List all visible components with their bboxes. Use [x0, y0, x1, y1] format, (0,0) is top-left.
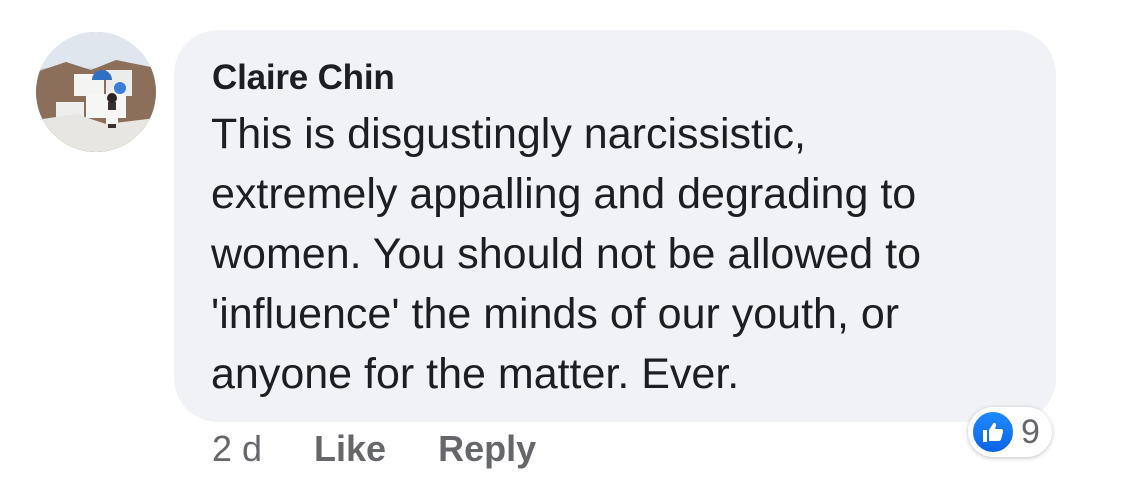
comment-text: This is disgustingly narcissistic, extre… [211, 104, 1041, 404]
like-button[interactable]: Like [314, 428, 386, 470]
comment-text-line: This is disgustingly narcissistic, [211, 110, 807, 158]
comment-text-line: anyone for the matter. Ever. [211, 350, 740, 398]
thumbs-up-icon [971, 410, 1015, 454]
comment-text-line: 'influence' the minds of our youth, or [211, 290, 900, 338]
comment-author[interactable]: Claire Chin [212, 58, 395, 98]
reply-button[interactable]: Reply [438, 428, 536, 470]
avatar-photo [36, 32, 156, 152]
reaction-summary[interactable]: 9 [968, 407, 1052, 457]
comment: Claire Chin This is disgustingly narciss… [0, 0, 1125, 483]
comment-text-line: extremely appalling and degrading to [211, 170, 917, 218]
reaction-count: 9 [1021, 412, 1040, 451]
avatar[interactable] [36, 32, 156, 152]
comment-bubble: Claire Chin This is disgustingly narciss… [174, 30, 1056, 422]
comment-actions: 2 d Like Reply [212, 428, 588, 470]
comment-text-line: women. You should not be allowed to [211, 230, 922, 278]
comment-timestamp[interactable]: 2 d [212, 428, 262, 470]
